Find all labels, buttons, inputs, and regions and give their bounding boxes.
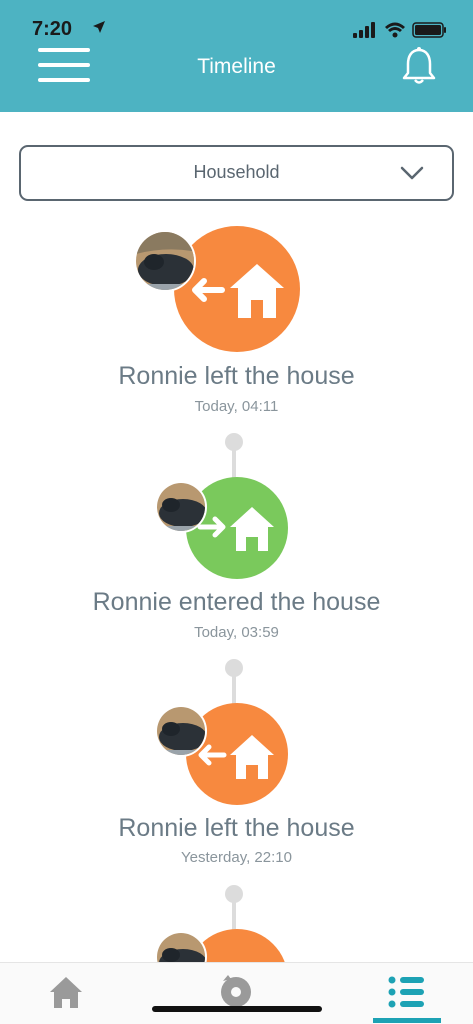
tab-timeline[interactable] bbox=[347, 963, 467, 1024]
timeline-list-icon bbox=[388, 976, 424, 1008]
event-time: Yesterday, 22:10 bbox=[181, 849, 292, 866]
pet-avatar bbox=[155, 705, 207, 757]
timeline-connector bbox=[232, 450, 236, 480]
pet-avatar bbox=[134, 230, 196, 292]
wifi-icon bbox=[385, 22, 405, 38]
status-icons bbox=[353, 22, 446, 38]
event-title: Ronnie left the house bbox=[118, 362, 355, 390]
event-time: Today, 04:11 bbox=[194, 398, 279, 415]
event-time: Today, 03:59 bbox=[194, 624, 279, 641]
timeline-connector bbox=[232, 676, 236, 706]
app-header: 7:20 Timeline bbox=[0, 0, 473, 112]
pet-avatar bbox=[155, 481, 207, 533]
tab-home[interactable] bbox=[6, 963, 126, 1024]
timeline-connector bbox=[232, 902, 236, 932]
house-left-icon bbox=[192, 264, 284, 318]
location-arrow-icon bbox=[93, 21, 105, 33]
dropdown-selected-value: Household bbox=[193, 162, 280, 182]
signal-icon bbox=[353, 22, 375, 38]
household-dropdown[interactable]: Household bbox=[19, 145, 454, 201]
cat-flap-icon bbox=[221, 975, 251, 1007]
bottom-tab-bar bbox=[0, 962, 473, 1024]
event-title: Ronnie left the house bbox=[118, 814, 355, 842]
tab-cat-flap[interactable] bbox=[176, 963, 296, 1024]
menu-line-icon bbox=[38, 48, 90, 52]
chevron-down-icon bbox=[400, 166, 424, 180]
event-type-circle bbox=[174, 226, 300, 352]
event-title: Ronnie entered the house bbox=[92, 588, 381, 616]
timeline-dot bbox=[225, 659, 243, 677]
home-indicator[interactable] bbox=[152, 1006, 322, 1012]
notifications-bell-icon[interactable] bbox=[400, 46, 438, 86]
home-icon bbox=[50, 977, 82, 1008]
battery-icon bbox=[412, 22, 446, 38]
timeline-dot bbox=[225, 885, 243, 903]
timeline-dot bbox=[225, 433, 243, 451]
active-tab-indicator bbox=[373, 1018, 441, 1023]
status-time: 7:20 bbox=[32, 18, 73, 40]
